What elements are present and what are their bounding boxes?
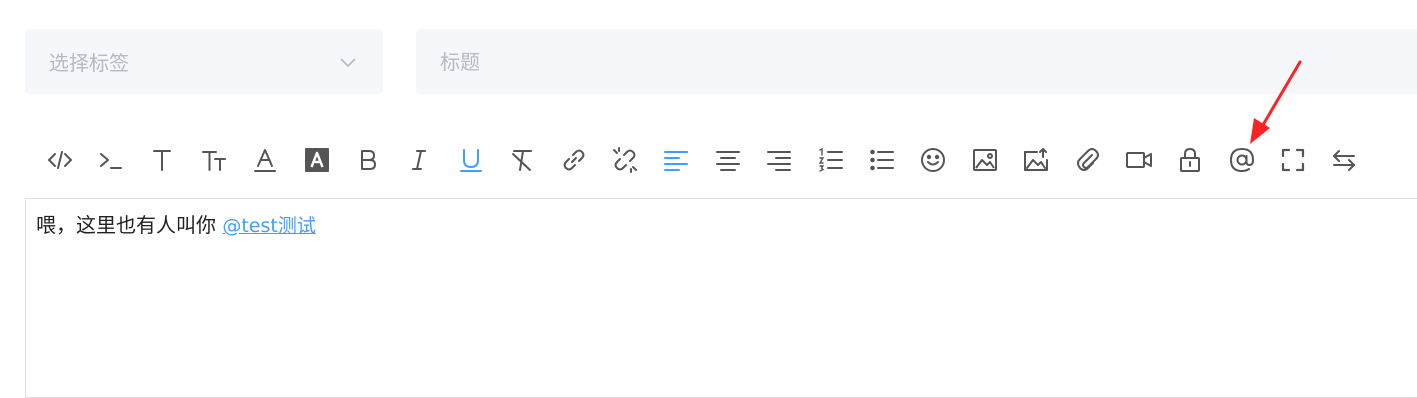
- heading-button[interactable]: [137, 138, 188, 182]
- lock-icon: [1180, 148, 1201, 172]
- title-input[interactable]: [416, 29, 1417, 94]
- heading-icon: [153, 150, 172, 171]
- switch-button[interactable]: [1319, 138, 1370, 182]
- mention-button[interactable]: [1216, 138, 1267, 182]
- ordered-list-button[interactable]: [805, 138, 856, 182]
- align-left-button[interactable]: [651, 138, 702, 182]
- align-left-icon: [664, 151, 689, 171]
- align-center-icon: [715, 151, 740, 171]
- emoji-icon: [921, 148, 946, 172]
- ordered-list-icon: [818, 147, 843, 172]
- align-center-button[interactable]: [702, 138, 753, 182]
- tag-select-placeholder: 选择标签: [49, 51, 129, 75]
- align-right-button[interactable]: [753, 138, 804, 182]
- background-color-icon: [304, 148, 329, 172]
- clear-format-icon: [512, 150, 533, 171]
- chevron-down-icon: [337, 51, 359, 73]
- tag-select[interactable]: 选择标签: [25, 29, 383, 94]
- font-color-button[interactable]: [240, 138, 291, 182]
- attachment-icon: [1076, 148, 1099, 171]
- fullscreen-icon: [1281, 148, 1305, 172]
- italic-button[interactable]: [394, 138, 445, 182]
- unordered-list-icon: [870, 149, 894, 171]
- bold-icon: [361, 150, 377, 170]
- align-right-icon: [767, 151, 792, 171]
- switch-icon: [1333, 150, 1356, 171]
- image-icon: [972, 149, 997, 171]
- underline-button[interactable]: [445, 138, 496, 182]
- emoji-button[interactable]: [908, 138, 959, 182]
- background-color-button[interactable]: [291, 138, 342, 182]
- font-size-icon: [201, 151, 226, 171]
- font-size-button[interactable]: [188, 138, 239, 182]
- code-button[interactable]: [34, 138, 85, 182]
- image-upload-icon: [1024, 148, 1049, 171]
- font-color-icon: [254, 149, 277, 172]
- attachment-button[interactable]: [1062, 138, 1113, 182]
- bold-button[interactable]: [342, 138, 393, 182]
- editor-toolbar: [34, 138, 1370, 182]
- image-upload-button[interactable]: [1010, 138, 1061, 182]
- unordered-list-button[interactable]: [856, 138, 907, 182]
- link-button[interactable]: [548, 138, 599, 182]
- link-icon: [563, 149, 585, 171]
- mention-link[interactable]: @test测试: [222, 215, 316, 237]
- video-icon: [1125, 152, 1152, 168]
- code-icon: [47, 151, 72, 169]
- unlink-icon: [612, 147, 637, 173]
- unlink-button[interactable]: [599, 138, 650, 182]
- terminal-button[interactable]: [85, 138, 136, 182]
- fullscreen-button[interactable]: [1267, 138, 1318, 182]
- italic-icon: [412, 150, 427, 170]
- mention-icon: [1229, 147, 1254, 173]
- clear-format-button[interactable]: [497, 138, 548, 182]
- editor-text: 喂，这里也有人叫你: [36, 213, 216, 237]
- editor-content[interactable]: 喂，这里也有人叫你 @test测试: [25, 198, 1417, 398]
- terminal-icon: [100, 153, 123, 169]
- image-button[interactable]: [959, 138, 1010, 182]
- underline-icon: [459, 149, 482, 172]
- lock-button[interactable]: [1165, 138, 1216, 182]
- video-button[interactable]: [1113, 138, 1164, 182]
